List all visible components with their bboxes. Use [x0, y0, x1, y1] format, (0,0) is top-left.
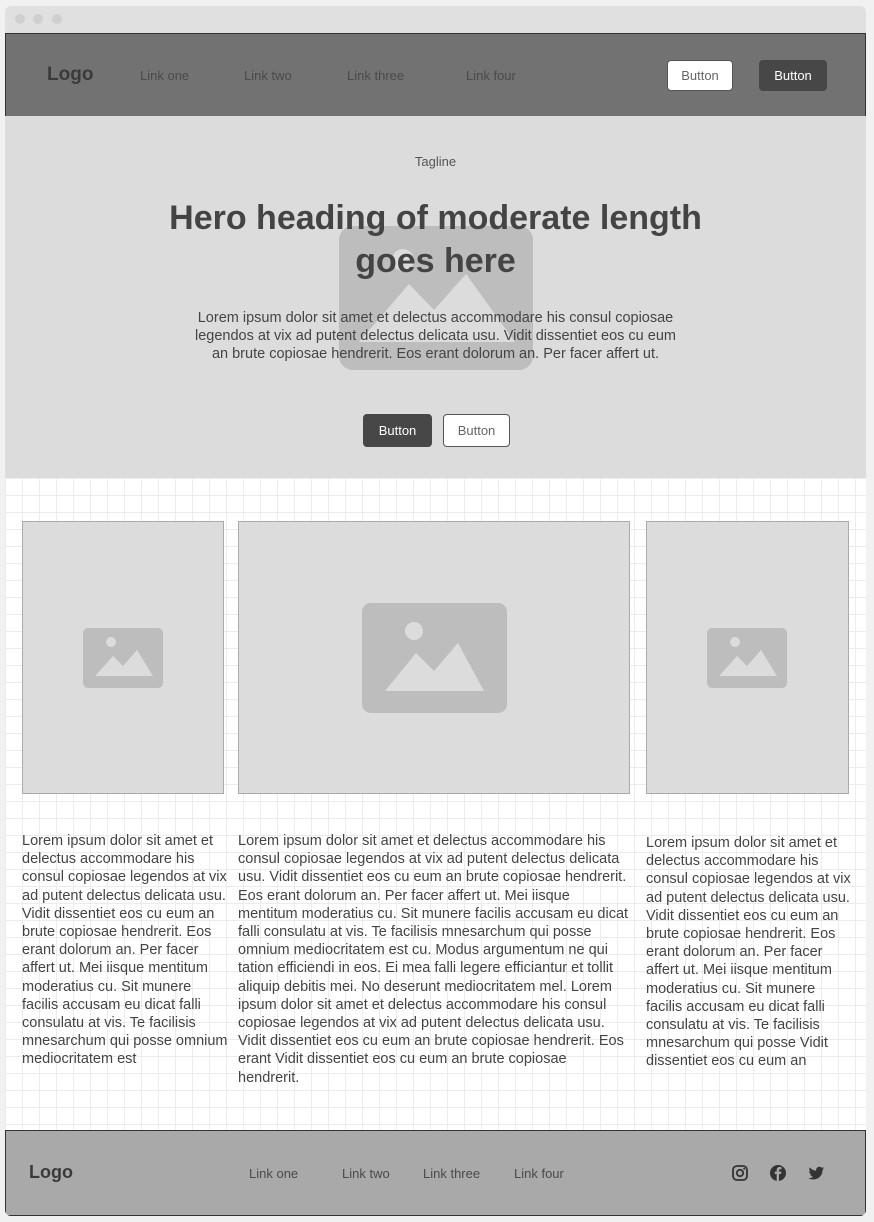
column-3-image	[646, 521, 849, 794]
hero-primary-button[interactable]: Button	[363, 414, 432, 447]
browser-window: Logo Link one Link two Link three Link f…	[5, 6, 866, 1216]
column-2-image	[238, 521, 630, 794]
instagram-icon[interactable]	[730, 1163, 750, 1183]
hero-secondary-button[interactable]: Button	[443, 414, 510, 447]
facebook-icon[interactable]	[768, 1163, 788, 1183]
nav-secondary-button[interactable]: Button	[667, 60, 733, 91]
nav-primary-button[interactable]: Button	[759, 60, 827, 91]
nav-link-one[interactable]: Link one	[140, 68, 189, 83]
footer-link-one[interactable]: Link one	[249, 1166, 298, 1181]
hero-description: Lorem ipsum dolor sit amet et delectus a…	[195, 310, 676, 362]
nav-link-three[interactable]: Link three	[347, 68, 404, 83]
window-titlebar	[5, 6, 866, 33]
footer-link-two[interactable]: Link two	[342, 1166, 390, 1181]
footer-link-four[interactable]: Link four	[514, 1166, 564, 1181]
hero-heading: Hero heading of moderate length goes her…	[169, 199, 702, 280]
twitter-icon[interactable]	[806, 1163, 826, 1183]
column-2-text: Lorem ipsum dolor sit amet et delectus a…	[238, 833, 629, 1086]
column-1-image	[22, 521, 224, 794]
footer-logo[interactable]: Logo	[29, 1162, 73, 1183]
nav-link-two[interactable]: Link two	[244, 68, 292, 83]
image-placeholder-icon	[83, 628, 163, 688]
hero-tagline: Tagline	[414, 154, 457, 169]
image-placeholder-icon	[362, 603, 507, 713]
window-dot-minimize[interactable]	[33, 14, 43, 24]
content-section: Lorem ipsum dolor sit amet et delectus a…	[5, 478, 866, 1131]
column-3-text: Lorem ipsum dolor sit amet et delectus a…	[646, 835, 851, 1070]
footer-link-three[interactable]: Link three	[423, 1166, 480, 1181]
hero-section: Tagline Hero heading of moderate length …	[5, 116, 866, 478]
top-navbar: Logo Link one Link two Link three Link f…	[5, 33, 866, 117]
image-placeholder-icon	[707, 628, 787, 688]
footer: Logo Link one Link two Link three Link f…	[5, 1130, 866, 1216]
window-dot-close[interactable]	[15, 14, 25, 24]
window-dot-maximize[interactable]	[52, 14, 62, 24]
nav-link-four[interactable]: Link four	[466, 68, 516, 83]
nav-logo[interactable]: Logo	[47, 64, 93, 86]
column-1-text: Lorem ipsum dolor sit amet et delectus a…	[22, 833, 228, 1068]
